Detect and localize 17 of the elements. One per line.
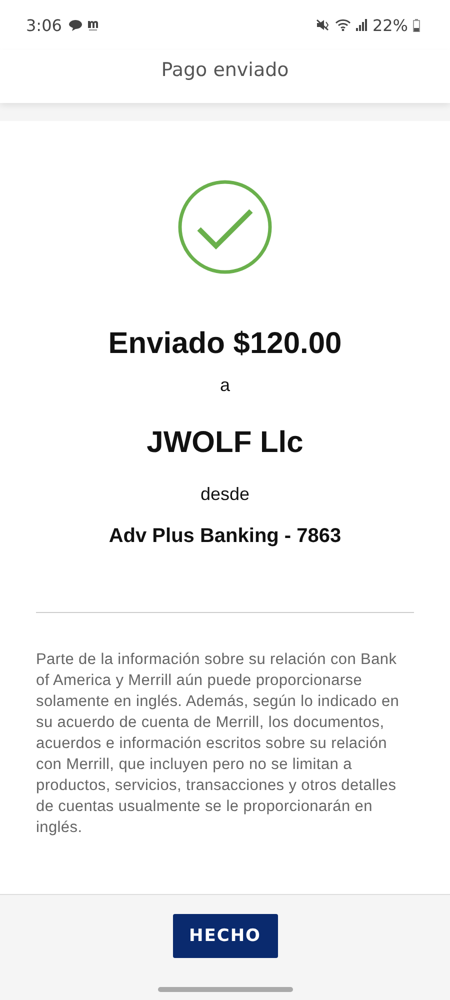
checkmark-icon: [177, 179, 273, 275]
app-icon: [86, 18, 99, 32]
done-button[interactable]: HECHO: [172, 914, 278, 958]
mute-icon: [316, 19, 330, 31]
to-label: a: [220, 375, 230, 396]
status-time: 3:06: [26, 16, 62, 34]
page-title: Pago enviado: [161, 59, 289, 81]
disclaimer-text: Parte de la información sobre su relación con Bank of America y Merrill aún puede proporcionarse solamente en inglés. Además, según lo indicado en su acuerdo de cuenta de Merrill, los documentos, acuerdos e información escritos sobre su relación con Merrill, que incluyen pero no se limitan a productos, servicios, transacciones y otros detalles de cuentas usualmente se le proporcionarán en inglés.: [36, 650, 400, 838]
from-label: desde: [200, 484, 250, 505]
battery-percent: 22%: [372, 16, 408, 34]
signal-icon: [356, 19, 368, 31]
battery-icon: [413, 18, 420, 32]
payee-name: JWOLF Llc: [146, 426, 304, 460]
amount-heading: Enviado $120.00: [108, 327, 342, 361]
account-name: Adv Plus Banking - 7863: [108, 525, 342, 548]
chat-icon: [68, 20, 82, 30]
wifi-icon: [335, 19, 352, 31]
